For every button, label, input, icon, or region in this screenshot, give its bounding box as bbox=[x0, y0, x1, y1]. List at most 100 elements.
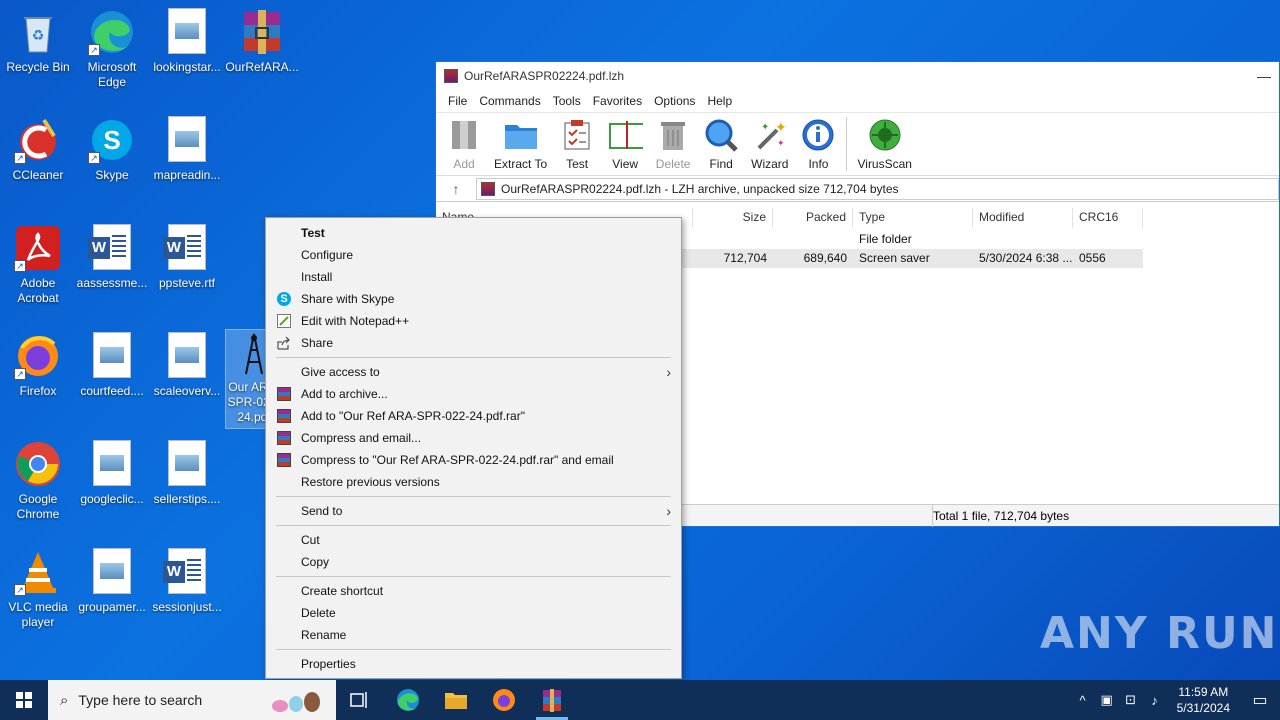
desktop-icon-groupamer[interactable]: groupamer... bbox=[74, 540, 150, 615]
menu-item-share-with-skype[interactable]: S Share with Skype bbox=[266, 288, 681, 310]
desktop-icon-google-chrome[interactable]: Google Chrome bbox=[0, 432, 76, 522]
menu-options[interactable]: Options bbox=[648, 94, 701, 108]
desktop-icon-adobe-acrobat[interactable]: ↗ Adobe Acrobat bbox=[0, 216, 76, 306]
menu-item-label: Send to bbox=[301, 504, 343, 518]
row-packed: 689,640 bbox=[803, 251, 847, 265]
column-modified[interactable]: Modified bbox=[973, 208, 1073, 228]
menu-item-add-to-archive[interactable]: Add to archive... bbox=[266, 383, 681, 405]
column-crc[interactable]: CRC16 bbox=[1073, 208, 1143, 228]
wizard-button[interactable]: ✦ ✦ ✦ Wizard bbox=[751, 117, 788, 171]
minimize-button[interactable]: — bbox=[1249, 68, 1279, 84]
menu-item-create-shortcut[interactable]: Create shortcut bbox=[266, 580, 681, 602]
menu-item-edit-with-notepadpp[interactable]: Edit with Notepad++ bbox=[266, 310, 681, 332]
menu-item-compress-and-email[interactable]: Compress and email... bbox=[266, 427, 681, 449]
winrar-icon bbox=[444, 69, 458, 83]
desktop-icon-label: CCleaner bbox=[12, 168, 64, 182]
network-icon[interactable]: ⊡ bbox=[1119, 692, 1143, 708]
desktop-icon-scaleoverv[interactable]: scaleoverv... bbox=[149, 324, 225, 399]
clock[interactable]: 11:59 AM 5/31/2024 bbox=[1167, 684, 1240, 716]
desktop-icon-vlc[interactable]: ↗ VLC media player bbox=[0, 540, 76, 630]
view-button[interactable]: View bbox=[607, 117, 644, 171]
desktop-icon-courtfeed[interactable]: courtfeed.... bbox=[74, 324, 150, 399]
menu-item-test[interactable]: Test bbox=[266, 222, 681, 244]
desktop-icon-label: ppsteve.rtf bbox=[158, 276, 216, 290]
image-file-icon bbox=[163, 116, 211, 164]
desktop-icon-ppsteve[interactable]: W ppsteve.rtf bbox=[149, 216, 225, 291]
shortcut-arrow-icon: ↗ bbox=[14, 152, 26, 164]
desktop-icon-mapreadin[interactable]: mapreadin... bbox=[149, 108, 225, 183]
menu-file[interactable]: File bbox=[442, 94, 473, 108]
menu-item-label: Add to "Our Ref ARA-SPR-022-24.pdf.rar" bbox=[301, 409, 525, 423]
taskbar-edge[interactable] bbox=[384, 680, 432, 720]
menu-item-copy[interactable]: Copy bbox=[266, 551, 681, 573]
extract-to-button[interactable]: Extract To bbox=[494, 117, 547, 171]
desktop-icon-label: VLC media player bbox=[8, 600, 68, 629]
taskbar-winrar[interactable] bbox=[528, 680, 576, 720]
menu-item-install[interactable]: Install bbox=[266, 266, 681, 288]
menu-item-restore-previous-versions[interactable]: Restore previous versions bbox=[266, 471, 681, 493]
menu-item-delete[interactable]: Delete bbox=[266, 602, 681, 624]
desktop-icon-firefox[interactable]: ↗ Firefox bbox=[0, 324, 76, 399]
menu-tools[interactable]: Tools bbox=[547, 94, 587, 108]
desktop-icon-aassessme[interactable]: W aassessme... bbox=[74, 216, 150, 291]
menu-item-configure[interactable]: Configure bbox=[266, 244, 681, 266]
virusscan-button[interactable]: VirusScan bbox=[857, 117, 912, 171]
title-bar[interactable]: OurRefARASPR02224.pdf.lzh — bbox=[436, 62, 1279, 90]
ccleaner-icon: ↗ bbox=[14, 116, 62, 164]
menu-item-properties[interactable]: Properties bbox=[266, 653, 681, 675]
info-button[interactable]: Info bbox=[800, 117, 836, 171]
wand-icon: ✦ ✦ ✦ bbox=[752, 117, 788, 153]
menu-item-add-to-rar[interactable]: Add to "Our Ref ARA-SPR-022-24.pdf.rar" bbox=[266, 405, 681, 427]
device-icon[interactable]: ▣ bbox=[1095, 692, 1119, 708]
delete-button[interactable]: Delete bbox=[655, 117, 691, 171]
find-button[interactable]: Find bbox=[703, 117, 739, 171]
menu-item-compress-to-rar-and-email[interactable]: Compress to "Our Ref ARA-SPR-022-24.pdf.… bbox=[266, 449, 681, 471]
column-packed[interactable]: Packed bbox=[773, 208, 853, 228]
volume-icon[interactable]: ♪ bbox=[1143, 693, 1167, 708]
menu-commands[interactable]: Commands bbox=[473, 94, 546, 108]
desktop-icon-label: aassessme... bbox=[76, 276, 148, 290]
menu-item-rename[interactable]: Rename bbox=[266, 624, 681, 646]
address-field[interactable]: OurRefARASPR02224.pdf.lzh - LZH archive,… bbox=[476, 177, 1279, 200]
test-checklist-icon bbox=[559, 117, 595, 153]
desktop-icon-label: scaleoverv... bbox=[153, 384, 221, 398]
desktop-icon-sessionjust[interactable]: W sessionjust... bbox=[149, 540, 225, 615]
notification-icon[interactable]: ▭ bbox=[1240, 690, 1280, 710]
virus-icon bbox=[867, 117, 903, 153]
taskbar-search-box[interactable]: ⌕ Type here to search bbox=[48, 680, 336, 720]
menu-favorites[interactable]: Favorites bbox=[587, 94, 648, 108]
desktop-icon-recycle-bin[interactable]: ♻ Recycle Bin bbox=[0, 0, 76, 75]
recycle-bin-icon: ♻ bbox=[14, 8, 62, 56]
desktop-icon-sellerstips[interactable]: sellerstips.... bbox=[149, 432, 225, 507]
up-arrow-icon[interactable]: ↑ bbox=[436, 181, 476, 197]
toolbar-separator bbox=[846, 117, 848, 171]
desktop-icon-microsoft-edge[interactable]: ↗ Microsoft Edge bbox=[74, 0, 150, 90]
desktop-icon-label: Firefox bbox=[19, 384, 57, 398]
start-button[interactable] bbox=[0, 680, 48, 720]
desktop-icon-ccleaner[interactable]: ↗ CCleaner bbox=[0, 108, 76, 183]
taskbar-firefox[interactable] bbox=[480, 680, 528, 720]
menu-item-give-access-to[interactable]: Give access to › bbox=[266, 361, 681, 383]
menu-item-send-to[interactable]: Send to › bbox=[266, 500, 681, 522]
menu-item-share[interactable]: Share bbox=[266, 332, 681, 354]
taskbar-file-explorer[interactable] bbox=[432, 680, 480, 720]
desktop-icon-googleclic[interactable]: googleclic... bbox=[74, 432, 150, 507]
add-archive-icon bbox=[446, 117, 482, 153]
svg-text:✦: ✦ bbox=[777, 138, 785, 148]
desktop-icon-label: groupamer... bbox=[78, 600, 146, 614]
column-size[interactable]: Size bbox=[693, 208, 773, 228]
column-type[interactable]: Type bbox=[853, 208, 973, 228]
desktop-icon-ourrefara-rar[interactable]: OurRefARA... bbox=[224, 0, 300, 75]
desktop-icon-skype[interactable]: S ↗ Skype bbox=[74, 108, 150, 183]
image-file-icon bbox=[88, 440, 136, 488]
desktop-icon-lookingstar[interactable]: lookingstar... bbox=[149, 0, 225, 75]
add-button[interactable]: Add bbox=[446, 117, 482, 171]
test-button[interactable]: Test bbox=[559, 117, 595, 171]
menu-help[interactable]: Help bbox=[701, 94, 738, 108]
row-crc: 0556 bbox=[1079, 251, 1106, 265]
menu-item-cut[interactable]: Cut bbox=[266, 529, 681, 551]
folder-icon bbox=[445, 693, 467, 709]
task-view-button[interactable] bbox=[336, 680, 384, 720]
chevron-up-icon[interactable]: ^ bbox=[1071, 693, 1095, 708]
svg-text:♻: ♻ bbox=[32, 27, 45, 43]
